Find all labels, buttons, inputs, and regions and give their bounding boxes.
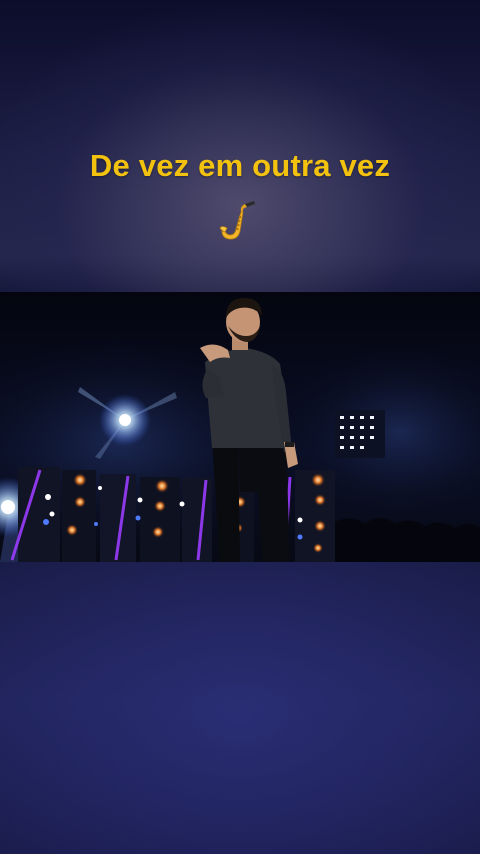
- concert-scene: [0, 292, 480, 562]
- screen: De vez em outra vez: [0, 0, 480, 854]
- video-frame[interactable]: [0, 292, 480, 562]
- saxophone-icon: [214, 198, 260, 244]
- caption-title: De vez em outra vez: [89, 148, 391, 183]
- caption-block: De vez em outra vez: [0, 0, 480, 290]
